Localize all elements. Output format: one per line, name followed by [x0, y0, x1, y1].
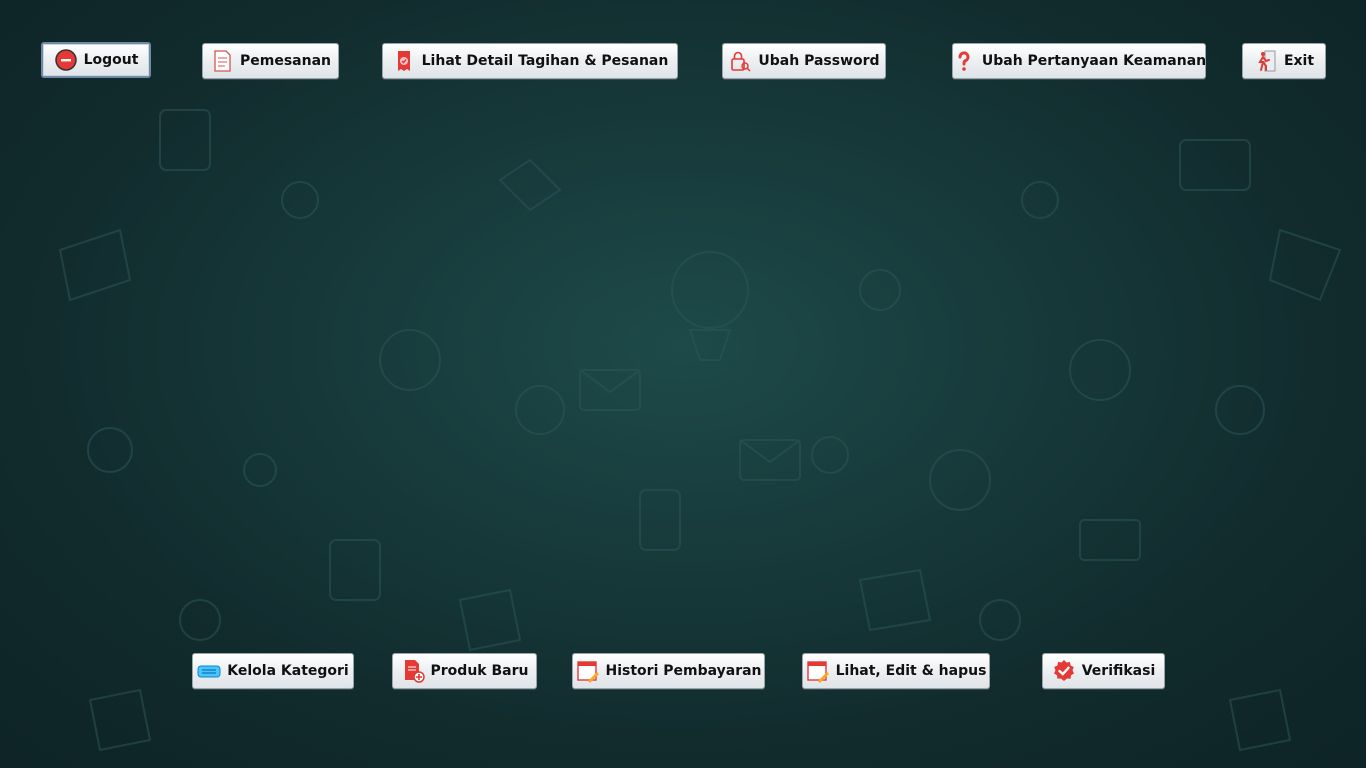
- logout-label: Logout: [83, 52, 139, 68]
- ubah-pertanyaan-keamanan-label: Ubah Pertanyaan Keamanan: [981, 53, 1207, 69]
- exit-button[interactable]: Exit: [1242, 43, 1326, 79]
- ubah-password-label: Ubah Password: [758, 53, 880, 69]
- calendar-edit-icon: [806, 659, 830, 683]
- lihat-edit-hapus-label: Lihat, Edit & hapus: [835, 663, 987, 679]
- lock-icon: [728, 49, 752, 73]
- ubah-pertanyaan-keamanan-button[interactable]: Ubah Pertanyaan Keamanan: [952, 43, 1206, 79]
- question-icon: [952, 49, 976, 73]
- ubah-password-button[interactable]: Ubah Password: [722, 43, 886, 79]
- new-document-icon: [401, 659, 425, 683]
- power-icon: [54, 48, 78, 72]
- document-icon: [210, 49, 234, 73]
- histori-pembayaran-button[interactable]: Histori Pembayaran: [572, 653, 765, 689]
- kelola-kategori-label: Kelola Kategori: [227, 663, 349, 679]
- lihat-detail-tagihan-button[interactable]: Lihat Detail Tagihan & Pesanan: [382, 43, 678, 79]
- check-badge-icon: [1052, 659, 1076, 683]
- lihat-detail-tagihan-label: Lihat Detail Tagihan & Pesanan: [421, 53, 669, 69]
- lihat-edit-hapus-button[interactable]: Lihat, Edit & hapus: [802, 653, 990, 689]
- receipt-icon: [392, 49, 416, 73]
- logout-button[interactable]: Logout: [41, 42, 151, 78]
- exit-door-icon: [1254, 49, 1278, 73]
- exit-label: Exit: [1283, 53, 1315, 69]
- keyboard-icon: [197, 659, 221, 683]
- pemesanan-button[interactable]: Pemesanan: [202, 43, 339, 79]
- produk-baru-label: Produk Baru: [430, 663, 529, 679]
- produk-baru-button[interactable]: Produk Baru: [392, 653, 537, 689]
- verifikasi-button[interactable]: Verifikasi: [1042, 653, 1165, 689]
- verifikasi-label: Verifikasi: [1081, 663, 1156, 679]
- pemesanan-label: Pemesanan: [240, 53, 331, 69]
- calendar-edit-icon: [576, 659, 600, 683]
- kelola-kategori-button[interactable]: Kelola Kategori: [192, 653, 354, 689]
- histori-pembayaran-label: Histori Pembayaran: [605, 663, 762, 679]
